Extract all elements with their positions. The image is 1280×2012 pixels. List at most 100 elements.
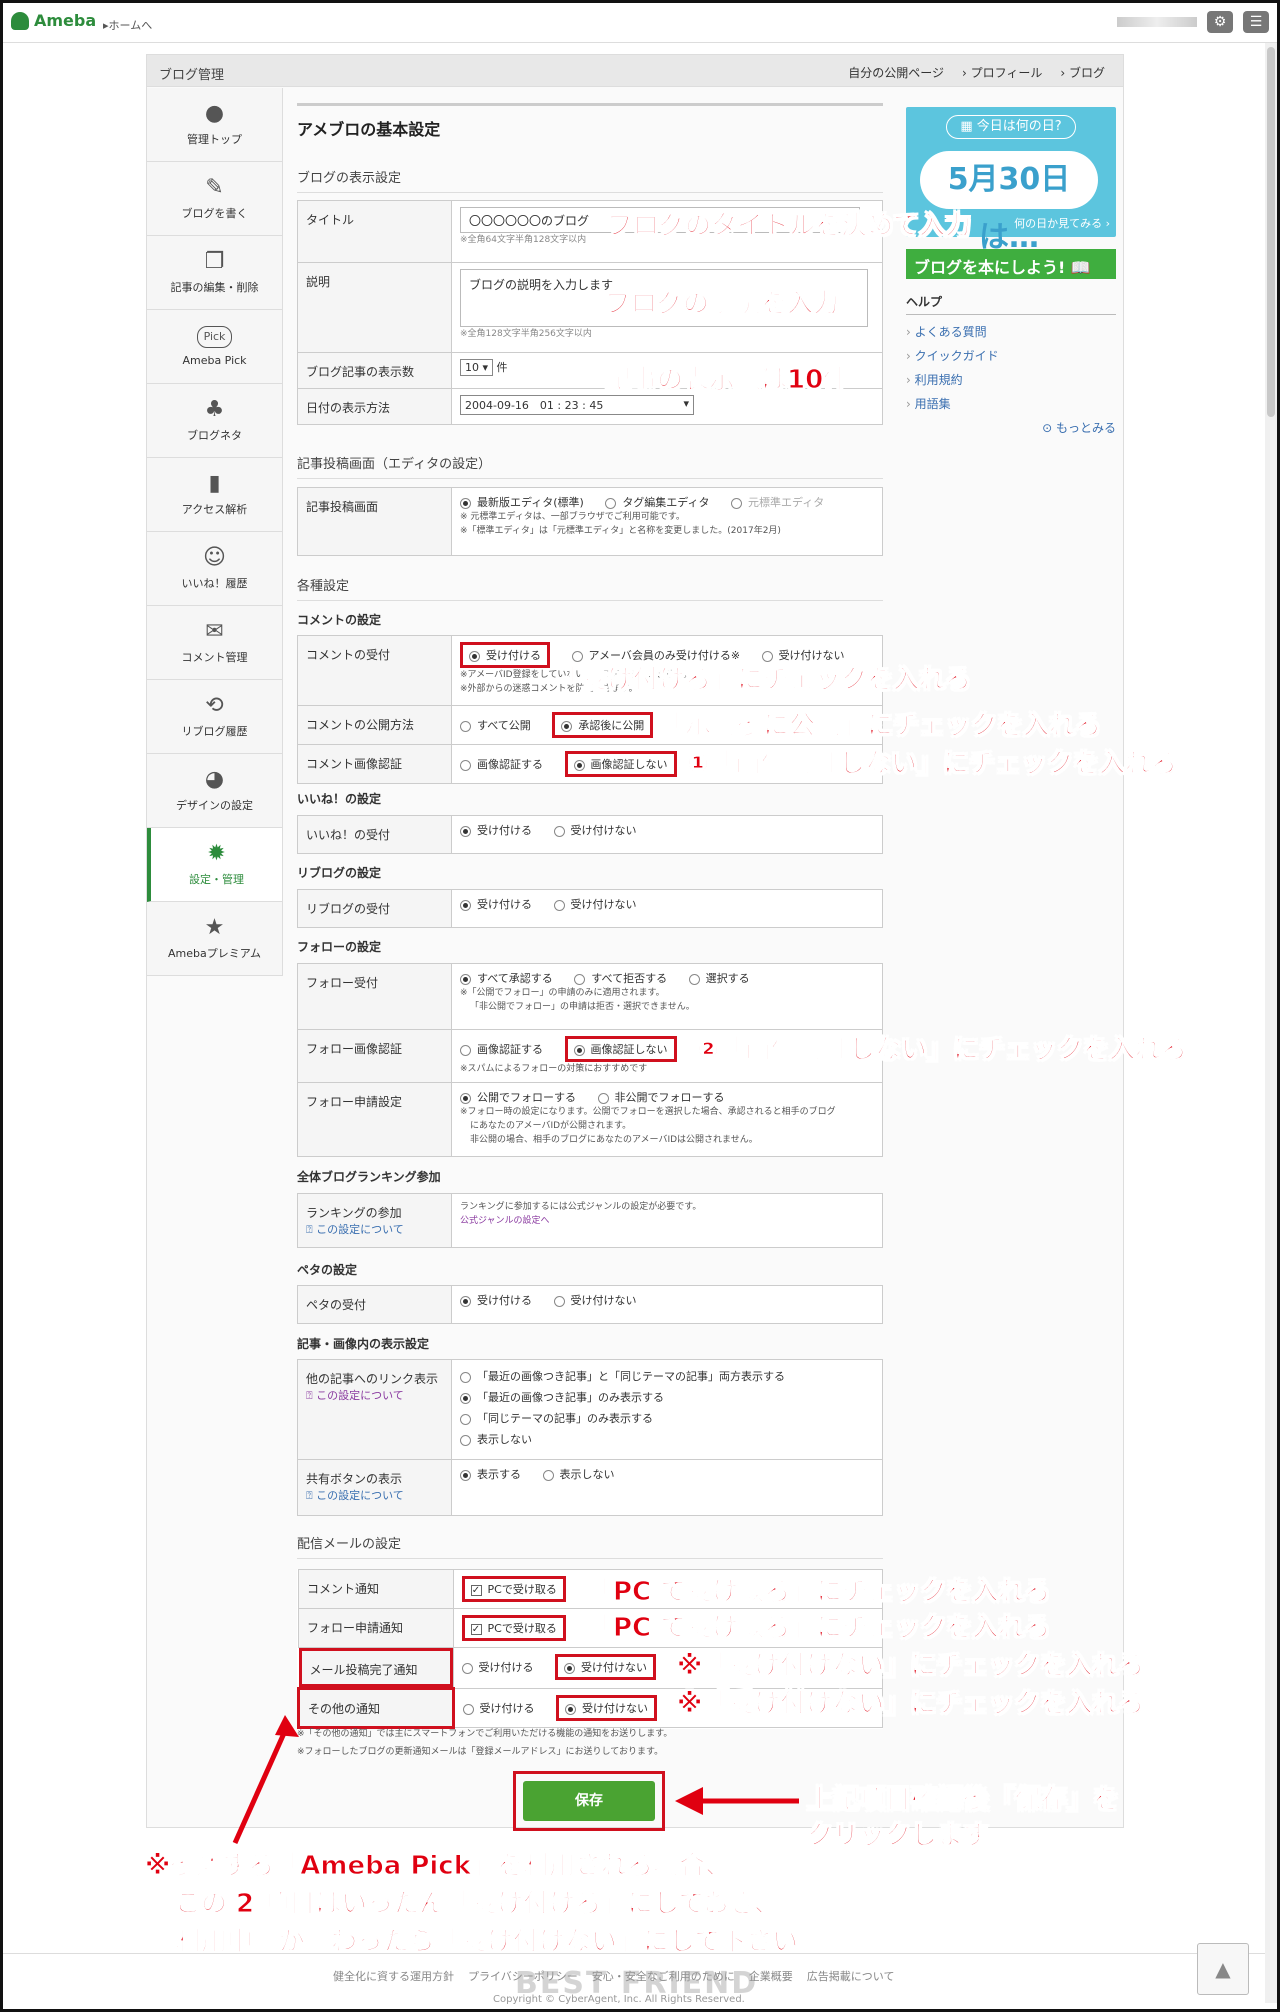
title-label: タイトル <box>297 200 452 263</box>
ameba-logo-icon <box>11 11 29 30</box>
share-help-link[interactable]: ⍰ この設定について <box>306 1487 443 1503</box>
link-help-link[interactable]: ⍰ この設定について <box>306 1387 443 1403</box>
sidebar-item-settings[interactable]: ✹ 設定・管理 <box>147 828 282 902</box>
sidebar-item-premium[interactable]: ★ Amebaプレミアム <box>147 902 282 976</box>
peta-accept-yes[interactable]: 受け付ける <box>460 1292 532 1308</box>
sidebar-item-pick[interactable]: Pick Ameba Pick <box>147 310 282 384</box>
comment-public-all[interactable]: すべて公開 <box>460 717 531 733</box>
help-title: ヘルプ <box>906 293 1116 315</box>
save-button[interactable]: 保存 <box>523 1781 655 1821</box>
follow-note-2: 「非公開でフォロー」の申請は拒否・選択できません。 <box>470 1002 695 1012</box>
link-opt-both[interactable]: 「最近の画像つき記事」と「同じテーマの記事」両方表示する <box>460 1366 874 1387</box>
mail-follow-pc[interactable]: ✓ PCで受け取る <box>461 1615 566 1641</box>
link-opt-recent[interactable]: 「最近の画像つき記事」のみ表示する <box>460 1387 874 1408</box>
section-misc: 各種設定 <box>297 575 883 601</box>
sidebar-item-design[interactable]: ◕ デザインの設定 <box>147 754 282 828</box>
scroll-to-top-button[interactable]: ▲ <box>1197 1943 1249 1995</box>
follow-captcha-on[interactable]: 画像認証する <box>460 1041 543 1057</box>
comment-accept-yes[interactable]: 受け付ける <box>460 642 550 668</box>
person-icon: ● <box>204 100 225 126</box>
star-shield-icon: ★ <box>204 914 225 940</box>
user-name-blurred[interactable] <box>1117 17 1197 27</box>
follow-reject-all[interactable]: すべて拒否する <box>574 970 667 986</box>
link-blog[interactable]: › ブログ <box>1060 64 1105 81</box>
ranking-text: ランキングに参加するには公式ジャンルの設定が必要です。 <box>460 1202 702 1212</box>
ranking-help-link[interactable]: ⍰ この設定について <box>306 1221 443 1237</box>
annotation-title: ブログのタイトルを決めて入力 <box>606 211 972 242</box>
panel-header: ブログ管理 自分の公開ページ › プロフィール › ブログ <box>147 55 1123 87</box>
help-icon: ⍰ <box>306 1489 317 1502</box>
help-icon: ⍰ <box>306 1223 317 1236</box>
link-opt-theme[interactable]: 「同じテーマの記事」のみ表示する <box>460 1408 874 1429</box>
editor-table: 記事投稿画面 最新版エディタ(標準) タグ編集エディタ 元標準エディタ ※ 元標… <box>297 487 883 556</box>
follow-select[interactable]: 選択する <box>688 970 750 986</box>
comment-accept-label: コメントの受付 <box>297 635 452 706</box>
link-opt-none[interactable]: 表示しない <box>460 1429 874 1450</box>
count-select[interactable]: 10 ▾ <box>460 359 494 376</box>
ameba-logo[interactable]: Ameba <box>11 11 96 30</box>
mail-post-no[interactable]: 受け付けない <box>555 1654 656 1680</box>
screenshot-frame: Ameba ▸ホームへ ⚙ ☰ ブログ管理 自分の公開ページ › プロフィール … <box>0 0 1280 2012</box>
link-public-page[interactable]: 自分の公開ページ <box>848 64 944 81</box>
sidebar-item-neta[interactable]: ♣ ブログネタ <box>147 384 282 458</box>
sidebar-item-reblog[interactable]: ⟲ リブログ履歴 <box>147 680 282 754</box>
top-bar: Ameba ▸ホームへ ⚙ ☰ <box>3 3 1277 43</box>
follow-approve-all[interactable]: すべて承認する <box>460 970 553 986</box>
share-hide[interactable]: 表示しない <box>542 1466 615 1482</box>
annotation-post-no: ※「受け付けない」にチェックを入れる <box>676 1651 1145 1682</box>
editor-label: 記事投稿画面 <box>297 487 452 556</box>
mail-other-yes[interactable]: 受け付ける <box>462 1700 535 1716</box>
link-label-cell: 他の記事へのリンク表示 ⍰ この設定について <box>297 1359 452 1460</box>
palette-icon: ◕ <box>204 766 225 792</box>
scrollbar-thumb[interactable] <box>1267 47 1275 417</box>
right-column: ▦ 今日は何の日? 5月30日は… 何の日か見てみる › ブログを本にしよう! … <box>906 107 1116 436</box>
today-link[interactable]: 何の日か見てみる › <box>1014 215 1110 231</box>
help-item-guide[interactable]: クイックガイド <box>906 347 1116 364</box>
follow-req-public[interactable]: 公開でフォローする <box>460 1089 576 1105</box>
mail-note-2: ※フォローしたブログの更新通知メールは「登録メールアドレス」にお送りしております… <box>297 1747 664 1757</box>
home-link[interactable]: ▸ホームへ <box>103 17 152 33</box>
editor-opt-latest[interactable]: 最新版エディタ(標準) <box>460 494 584 510</box>
sidebar-item-edit[interactable]: ❐ 記事の編集・削除 <box>147 236 282 310</box>
sidebar-item-analytics[interactable]: ▮ アクセス解析 <box>147 458 282 532</box>
sidebar-item-likes[interactable]: ☺ いいね！履歴 <box>147 532 282 606</box>
mail-follow-label: フォロー申請通知 <box>298 1608 454 1648</box>
comment-public-approved[interactable]: 承認後に公開 <box>552 712 654 738</box>
sidebar-item-admin-top[interactable]: ● 管理トップ <box>147 88 282 162</box>
mail-post-yes[interactable]: 受け付ける <box>461 1659 534 1675</box>
comment-captcha-off[interactable]: 画像認証しない <box>564 751 677 777</box>
ranking-link[interactable]: 公式ジャンルの設定へ <box>460 1214 874 1228</box>
follow-req-note-2: にあなたのアメーバIDが公開されます。 <box>470 1121 632 1131</box>
mail-comment-pc[interactable]: ✓ PCで受け取る <box>461 1576 566 1602</box>
editor-opt-legacy[interactable]: 元標準エディタ <box>731 494 824 510</box>
peta-accept-no[interactable]: 受け付けない <box>553 1292 637 1308</box>
help-item-terms[interactable]: 利用規約 <box>906 371 1116 388</box>
gear-icon[interactable]: ⚙ <box>1207 11 1233 33</box>
reblog-accept-yes[interactable]: 受け付ける <box>460 896 532 912</box>
comment-captcha-on[interactable]: 画像認証する <box>460 756 543 772</box>
follow-req-private[interactable]: 非公開でフォローする <box>597 1089 725 1105</box>
link-profile[interactable]: › プロフィール <box>962 64 1042 81</box>
follow-label: フォロー受付 <box>297 963 452 1030</box>
mail-other-no[interactable]: 受け付けない <box>556 1695 657 1721</box>
editor-opt-tag[interactable]: タグ編集エディタ <box>605 494 710 510</box>
footer-link-policy[interactable]: 健全化に資する運用方針 <box>333 1968 454 1984</box>
share-show[interactable]: 表示する <box>460 1466 521 1482</box>
help-item-glossary[interactable]: 用語集 <box>906 395 1116 412</box>
like-accept-no[interactable]: 受け付けない <box>553 822 637 838</box>
help-item-faq[interactable]: よくある質問 <box>906 323 1116 340</box>
sidebar-item-comments[interactable]: ✉ コメント管理 <box>147 606 282 680</box>
mail-subheading: 配信メールの設定 <box>297 1533 883 1559</box>
reblog-accept-no[interactable]: 受け付けない <box>553 896 637 912</box>
menu-icon[interactable]: ☰ <box>1243 11 1269 33</box>
like-accept-yes[interactable]: 受け付ける <box>460 822 532 838</box>
more-link[interactable]: ⊙ もっとみる <box>906 419 1116 436</box>
follow-req-note-3: 非公開の場合、相手のブログにあなたのアメーバIDは公開されません。 <box>470 1135 758 1145</box>
date-format-select[interactable]: 2004-09-16 01 : 23 : 45 ▾ <box>460 395 694 415</box>
mail-note-1: ※「その他の通知」では主にスマートフォンでご利用いただける機能の通知をお送りしま… <box>297 1729 673 1739</box>
footer-link-ads[interactable]: 広告掲載について <box>807 1968 895 1984</box>
follow-captcha-off[interactable]: 画像認証しない <box>564 1036 677 1062</box>
annotation-other-no: ※「受け付けない」にチェックを入れる <box>676 1689 1145 1720</box>
bar-chart-icon: ▮ <box>208 470 221 496</box>
sidebar-item-write[interactable]: ✎ ブログを書く <box>147 162 282 236</box>
